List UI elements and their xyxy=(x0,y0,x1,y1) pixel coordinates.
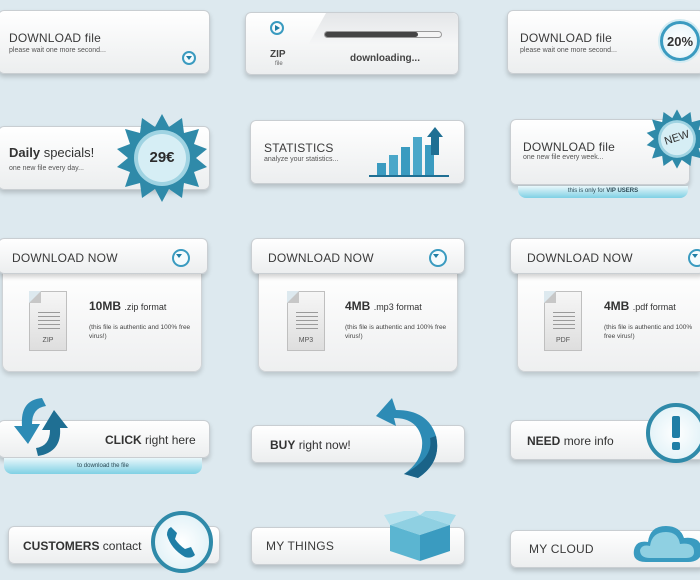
customers-label: CUSTOMERS contact xyxy=(23,539,142,553)
cloud-icon xyxy=(633,526,700,562)
download-status: downloading... xyxy=(350,53,420,64)
buy-label: BUY right now! xyxy=(270,438,351,452)
card-title: DOWNLOAD file xyxy=(9,31,101,45)
new-starburst: NEW xyxy=(646,108,700,170)
box-icon xyxy=(384,511,456,561)
daily-bold: Daily xyxy=(9,145,41,160)
card-title: DOWNLOAD file xyxy=(520,31,612,45)
vip-text: this is only for xyxy=(567,188,605,194)
click-ribbon: to download the file xyxy=(4,458,202,474)
card-subtitle: one new file every day... xyxy=(9,165,84,172)
phone-icon[interactable] xyxy=(151,511,213,573)
progress-fill xyxy=(325,32,418,37)
file-size: 10MB .zip format xyxy=(89,299,167,313)
zip-label: ZIP xyxy=(270,49,286,60)
card-subtitle: please wait one more second... xyxy=(520,47,617,54)
statistics-card: STATISTICS analyze your statistics... xyxy=(250,120,465,184)
button-label: DOWNLOAD NOW xyxy=(12,251,118,265)
daily-title: Daily specials! xyxy=(9,145,94,160)
progress-bar xyxy=(324,31,442,38)
card-subtitle: please wait one more second... xyxy=(9,47,106,54)
card-title: DOWNLOAD file xyxy=(523,140,615,154)
vip-ribbon: this is only for VIP USERS xyxy=(518,186,688,198)
my-cloud-label: MY CLOUD xyxy=(529,542,594,556)
file-note: (this file is authentic and 100% free vi… xyxy=(604,324,693,340)
bar-chart-icon xyxy=(369,127,449,177)
need-label: NEED more info xyxy=(527,434,614,448)
file-note: (this file is authentic and 100% free vi… xyxy=(345,324,447,340)
file-icon: PDF xyxy=(544,291,582,351)
progress-divider xyxy=(308,13,458,45)
file-icon: ZIP xyxy=(29,291,67,351)
play-icon[interactable] xyxy=(270,21,284,35)
card-title: STATISTICS xyxy=(264,141,334,155)
price-starburst: 29€ xyxy=(116,112,208,204)
file-label: file xyxy=(275,61,283,67)
file-icon: MP3 xyxy=(287,291,325,351)
my-things-label: MY THINGS xyxy=(266,539,335,553)
vip-bold: VIP USERS xyxy=(606,188,639,194)
curved-arrow-icon xyxy=(376,398,438,478)
price-value: 29€ xyxy=(149,149,175,166)
percent-ring: 20% xyxy=(660,21,700,61)
download-file-card-1[interactable]: DOWNLOAD file please wait one more secon… xyxy=(0,10,210,74)
file-size: 4MB .pdf format xyxy=(604,299,676,313)
percent-value: 20% xyxy=(666,34,694,49)
button-label: DOWNLOAD NOW xyxy=(527,251,633,265)
exclamation-icon[interactable] xyxy=(646,403,700,463)
chevron-down-icon[interactable] xyxy=(429,249,447,267)
daily-rest: specials! xyxy=(43,145,95,160)
file-info-panel-zip: ZIP 10MB .zip format (this file is authe… xyxy=(2,270,202,372)
button-label: DOWNLOAD NOW xyxy=(268,251,374,265)
download-now-button-3[interactable]: DOWNLOAD NOW xyxy=(510,238,700,274)
card-subtitle: analyze your statistics... xyxy=(264,156,339,163)
file-info-panel-pdf: PDF 4MB .pdf format (this file is authen… xyxy=(517,270,700,372)
file-note: (this file is authentic and 100% free vi… xyxy=(89,324,191,340)
file-size: 4MB .mp3 format xyxy=(345,299,422,313)
chevron-down-icon[interactable] xyxy=(172,249,190,267)
refresh-arrow-icon xyxy=(14,398,68,456)
chevron-down-icon[interactable] xyxy=(688,249,700,267)
download-now-button-1[interactable]: DOWNLOAD NOW xyxy=(0,238,208,274)
download-now-button-2[interactable]: DOWNLOAD NOW xyxy=(251,238,465,274)
chevron-down-icon[interactable] xyxy=(182,51,196,65)
click-label: CLICK right here xyxy=(105,433,196,447)
card-subtitle: one new file every week... xyxy=(523,154,604,161)
download-file-card-3: DOWNLOAD file please wait one more secon… xyxy=(507,10,700,74)
file-info-panel-mp3: MP3 4MB .mp3 format (this file is authen… xyxy=(258,270,458,372)
zip-download-card: ZIP file downloading... xyxy=(245,12,459,75)
